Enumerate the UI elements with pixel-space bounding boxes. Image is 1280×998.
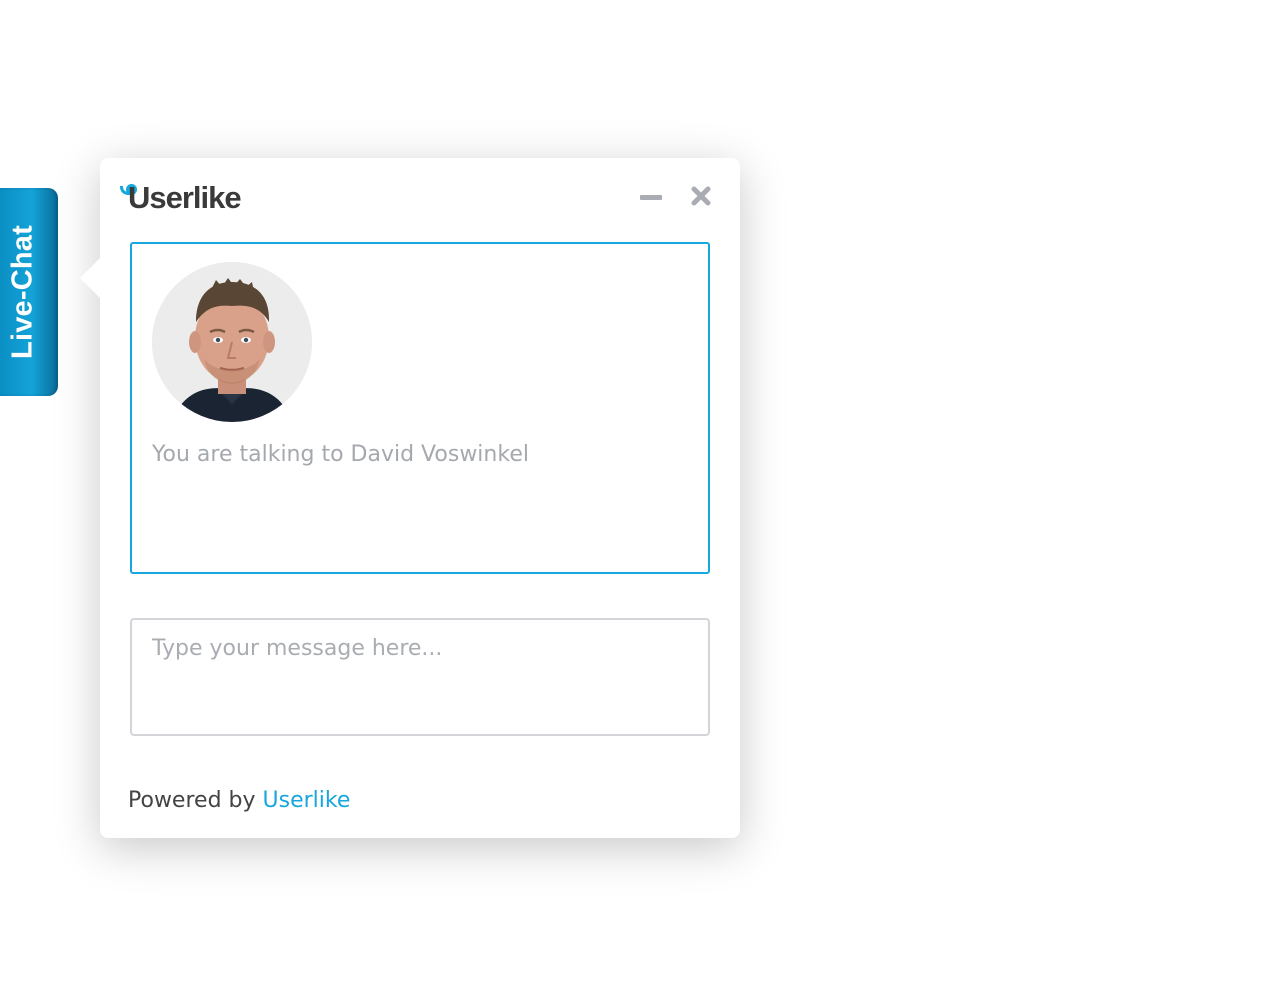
message-input[interactable] [130, 618, 710, 736]
live-chat-tab[interactable]: Live-Chat [0, 188, 58, 396]
minus-icon [640, 195, 662, 200]
powered-by-footer: Powered by Userlike [128, 788, 350, 813]
panel-pointer [80, 258, 100, 298]
live-chat-tab-label: Live-Chat [6, 225, 39, 359]
conversation-area: You are talking to David Voswinkel [130, 242, 710, 574]
chat-panel: Userlike You are talking to David Voswin… [80, 158, 740, 838]
agent-avatar [152, 262, 312, 422]
logo-text: Userlike [128, 180, 242, 215]
userlike-link[interactable]: Userlike [263, 788, 351, 813]
powered-by-prefix: Powered by [128, 788, 256, 813]
close-button[interactable] [688, 184, 714, 210]
agent-status-text: You are talking to David Voswinkel [152, 442, 529, 467]
agent-photo-icon [152, 262, 312, 422]
close-icon [691, 186, 711, 206]
minimize-button[interactable] [638, 186, 664, 208]
